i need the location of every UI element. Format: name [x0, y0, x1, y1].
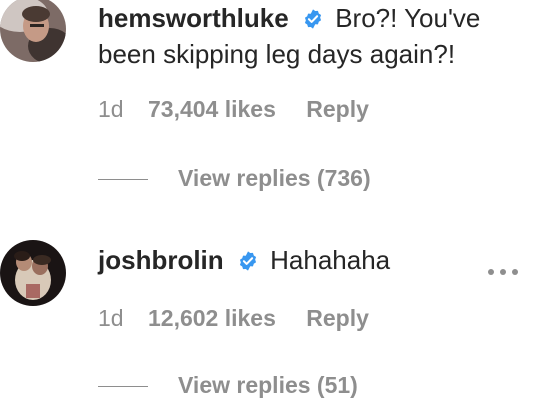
timestamp[interactable]: 1d — [98, 305, 124, 331]
username[interactable]: hemsworthluke — [98, 3, 289, 33]
ellipsis-icon[interactable] — [486, 265, 520, 279]
avatar[interactable] — [0, 240, 66, 306]
likes-count[interactable]: 12,602 likes — [148, 305, 276, 331]
replies-divider-line — [98, 179, 148, 181]
reply-button[interactable]: Reply — [306, 305, 369, 331]
verified-badge-icon — [304, 9, 322, 29]
view-replies-button[interactable]: View replies (736) — [98, 163, 371, 193]
view-replies-label: View replies (51) — [178, 372, 358, 398]
likes-count[interactable]: 73,404 likes — [148, 96, 276, 122]
view-replies-label: View replies (736) — [178, 165, 371, 191]
replies-divider-line — [98, 386, 148, 388]
verified-badge-icon — [239, 251, 256, 271]
view-replies-button[interactable]: View replies (51) — [98, 370, 358, 400]
reply-button[interactable]: Reply — [306, 96, 369, 122]
username[interactable]: joshbrolin — [98, 245, 224, 275]
avatar[interactable] — [0, 0, 66, 62]
comment-text: Hahahaha — [270, 245, 391, 275]
timestamp[interactable]: 1d — [98, 96, 124, 122]
